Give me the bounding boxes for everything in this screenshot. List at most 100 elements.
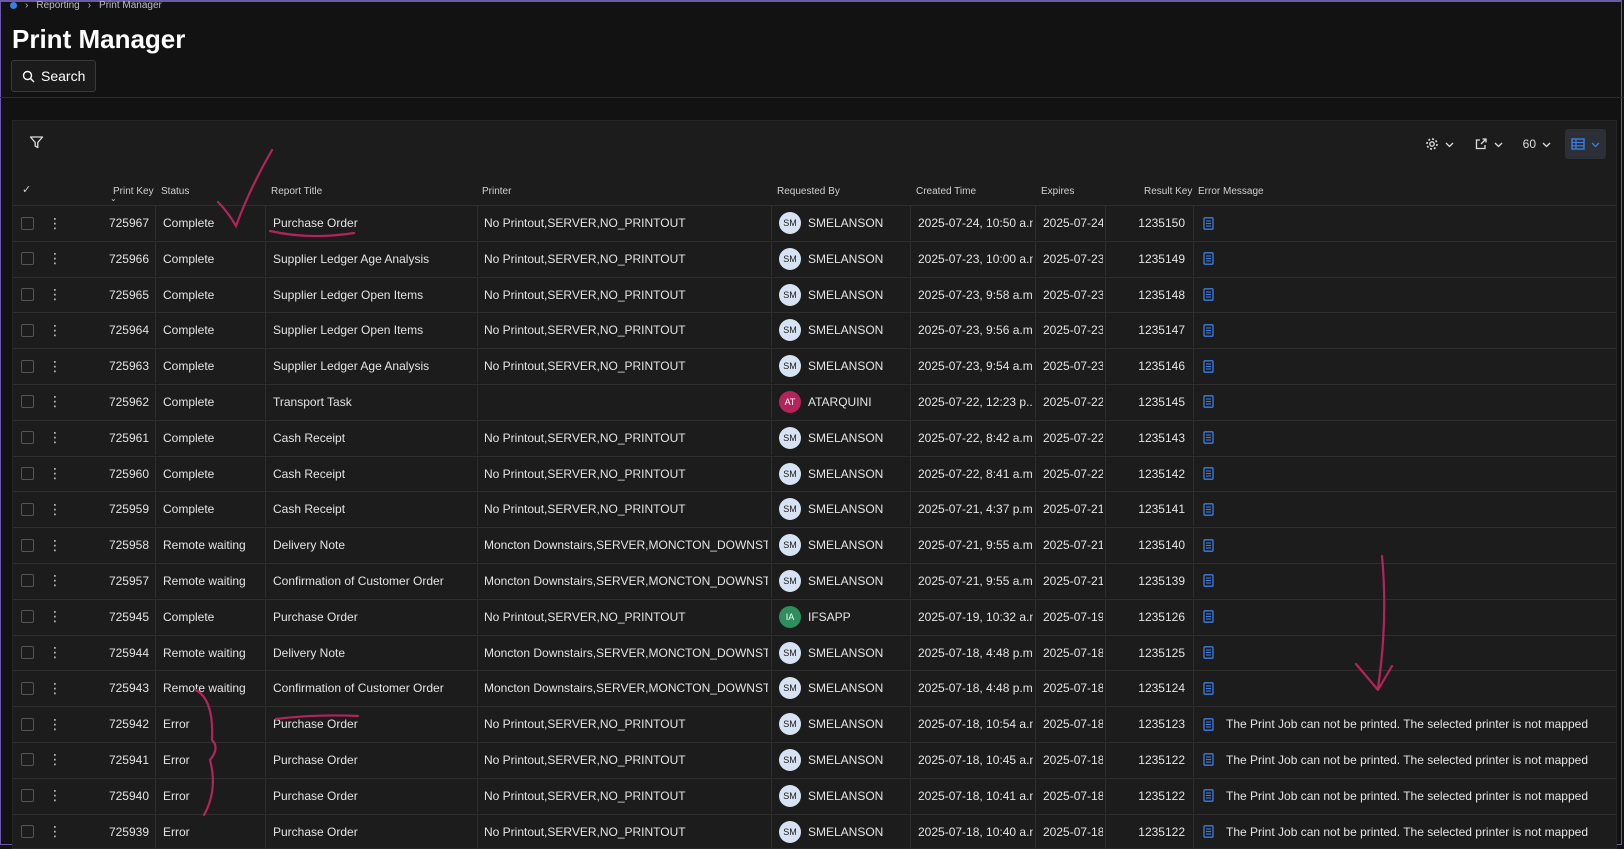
row-actions-icon[interactable]: ⋮ xyxy=(48,572,60,589)
document-icon[interactable] xyxy=(1203,717,1214,731)
document-icon[interactable] xyxy=(1203,574,1214,588)
row-actions-icon[interactable]: ⋮ xyxy=(48,322,60,339)
column-header-result-key[interactable]: Result Key xyxy=(1144,186,1192,197)
document-icon[interactable] xyxy=(1203,825,1214,838)
cell-report-title[interactable]: Confirmation of Customer Order xyxy=(273,574,444,588)
column-header-printer[interactable]: Printer xyxy=(482,186,511,197)
cell-report-title[interactable]: Purchase Order xyxy=(273,753,358,767)
row-actions-icon[interactable]: ⋮ xyxy=(48,393,60,410)
row-checkbox[interactable] xyxy=(21,467,34,481)
document-icon[interactable] xyxy=(1203,324,1214,337)
settings-menu-button[interactable] xyxy=(1419,129,1460,159)
document-icon[interactable] xyxy=(1203,610,1214,624)
row-checkbox[interactable] xyxy=(21,753,34,767)
table-row[interactable]: ⋮ 725957 Remote waiting Confirmation of … xyxy=(13,562,1616,599)
document-icon[interactable] xyxy=(1203,395,1214,409)
row-checkbox[interactable] xyxy=(21,825,34,839)
cell-report-title[interactable]: Delivery Note xyxy=(273,646,345,660)
document-icon[interactable] xyxy=(1203,538,1214,552)
row-actions-icon[interactable]: ⋮ xyxy=(48,644,60,661)
table-row[interactable]: ⋮ 725941 Error Purchase Order No Printou… xyxy=(13,741,1616,778)
column-header-report-title[interactable]: Report Title xyxy=(271,186,322,197)
page-size-select[interactable]: 60 xyxy=(1517,129,1557,159)
view-mode-button[interactable] xyxy=(1565,129,1606,159)
column-header-requested-by[interactable]: Requested By xyxy=(777,186,840,197)
table-row[interactable]: ⋮ 725962 Complete Transport Task AT ATARQ… xyxy=(13,383,1616,420)
column-header-status[interactable]: Status xyxy=(161,186,189,197)
row-actions-icon[interactable]: ⋮ xyxy=(48,716,60,733)
document-icon[interactable] xyxy=(1203,753,1214,767)
cell-report-title[interactable]: Supplier Ledger Open Items xyxy=(273,288,423,302)
export-menu-button[interactable] xyxy=(1468,129,1509,159)
row-actions-icon[interactable]: ⋮ xyxy=(48,823,60,840)
column-header-created-time[interactable]: Created Time xyxy=(916,186,976,197)
document-icon[interactable] xyxy=(1203,288,1214,301)
row-checkbox[interactable] xyxy=(21,431,34,445)
row-checkbox[interactable] xyxy=(21,502,34,516)
row-checkbox[interactable] xyxy=(21,610,34,624)
document-icon[interactable] xyxy=(1203,359,1214,373)
row-checkbox[interactable] xyxy=(21,288,34,302)
cell-report-title[interactable]: Transport Task xyxy=(273,395,352,409)
table-row[interactable]: ⋮ 725966 Complete Supplier Ledger Age An… xyxy=(13,240,1616,277)
row-checkbox[interactable] xyxy=(21,538,34,552)
document-icon[interactable] xyxy=(1203,503,1214,516)
row-actions-icon[interactable]: ⋮ xyxy=(48,465,60,482)
table-row[interactable]: ⋮ 725945 Complete Purchase Order No Prin… xyxy=(13,598,1616,635)
row-checkbox[interactable] xyxy=(21,323,34,337)
table-row[interactable]: ⋮ 725967 Complete Purchase Order No Prin… xyxy=(13,205,1616,241)
row-checkbox[interactable] xyxy=(21,395,34,409)
row-checkbox[interactable] xyxy=(21,717,34,731)
cell-report-title[interactable]: Cash Receipt xyxy=(273,467,345,481)
table-row[interactable]: ⋮ 725964 Complete Supplier Ledger Open I… xyxy=(13,312,1616,348)
cell-report-title[interactable]: Purchase Order xyxy=(273,789,358,803)
row-actions-icon[interactable]: ⋮ xyxy=(48,358,60,375)
document-icon[interactable] xyxy=(1203,789,1214,803)
select-all-checkbox[interactable]: ✓ xyxy=(22,183,31,196)
cell-report-title[interactable]: Supplier Ledger Age Analysis xyxy=(273,359,429,373)
row-checkbox[interactable] xyxy=(21,252,34,266)
cell-report-title[interactable]: Purchase Order xyxy=(273,216,358,230)
table-row[interactable]: ⋮ 725959 Complete Cash Receipt No Printo… xyxy=(13,491,1616,527)
document-icon[interactable] xyxy=(1203,467,1214,480)
table-row[interactable]: ⋮ 725942 Error Purchase Order No Printou… xyxy=(13,706,1616,742)
row-checkbox[interactable] xyxy=(21,646,34,660)
row-actions-icon[interactable]: ⋮ xyxy=(48,680,60,697)
cell-report-title[interactable]: Confirmation of Customer Order xyxy=(273,681,444,695)
document-icon[interactable] xyxy=(1203,431,1214,445)
table-row[interactable]: ⋮ 725965 Complete Supplier Ledger Open I… xyxy=(13,276,1616,313)
document-icon[interactable] xyxy=(1203,646,1214,659)
row-actions-icon[interactable]: ⋮ xyxy=(48,501,60,518)
table-row[interactable]: ⋮ 725960 Complete Cash Receipt No Printo… xyxy=(13,455,1616,492)
table-row[interactable]: ⋮ 725939 Error Purchase Order No Printou… xyxy=(13,813,1616,849)
cell-report-title[interactable]: Supplier Ledger Age Analysis xyxy=(273,252,429,266)
row-actions-icon[interactable]: ⋮ xyxy=(48,537,60,554)
table-row[interactable]: ⋮ 725943 Remote waiting Confirmation of … xyxy=(13,670,1616,706)
column-header-error-message[interactable]: Error Message xyxy=(1198,186,1264,197)
row-actions-icon[interactable]: ⋮ xyxy=(48,751,60,768)
cell-report-title[interactable]: Purchase Order xyxy=(273,717,358,731)
row-checkbox[interactable] xyxy=(21,574,34,588)
row-actions-icon[interactable]: ⋮ xyxy=(48,787,60,804)
search-button[interactable]: Search xyxy=(11,60,97,92)
column-header-print-key[interactable]: Print Key xyxy=(113,186,154,197)
document-icon[interactable] xyxy=(1203,682,1214,695)
filter-button[interactable] xyxy=(29,135,44,155)
cell-report-title[interactable]: Delivery Note xyxy=(273,538,345,552)
row-actions-icon[interactable]: ⋮ xyxy=(48,215,60,232)
table-row[interactable]: ⋮ 725944 Remote waiting Delivery Note Mo… xyxy=(13,634,1616,671)
breadcrumb-item-reporting[interactable]: Reporting xyxy=(36,0,79,10)
row-checkbox[interactable] xyxy=(21,789,34,803)
table-row[interactable]: ⋮ 725940 Error Purchase Order No Printou… xyxy=(13,777,1616,814)
cell-report-title[interactable]: Supplier Ledger Open Items xyxy=(273,323,423,337)
cell-report-title[interactable]: Purchase Order xyxy=(273,610,358,624)
row-actions-icon[interactable]: ⋮ xyxy=(48,286,60,303)
row-actions-icon[interactable]: ⋮ xyxy=(48,429,60,446)
table-row[interactable]: ⋮ 725963 Complete Supplier Ledger Age An… xyxy=(13,348,1616,384)
row-actions-icon[interactable]: ⋮ xyxy=(48,608,60,625)
document-icon[interactable] xyxy=(1203,216,1214,230)
row-checkbox[interactable] xyxy=(21,359,34,373)
cell-report-title[interactable]: Cash Receipt xyxy=(273,502,345,516)
row-checkbox[interactable] xyxy=(21,216,34,230)
table-row[interactable]: ⋮ 725961 Complete Cash Receipt No Printo… xyxy=(13,419,1616,456)
